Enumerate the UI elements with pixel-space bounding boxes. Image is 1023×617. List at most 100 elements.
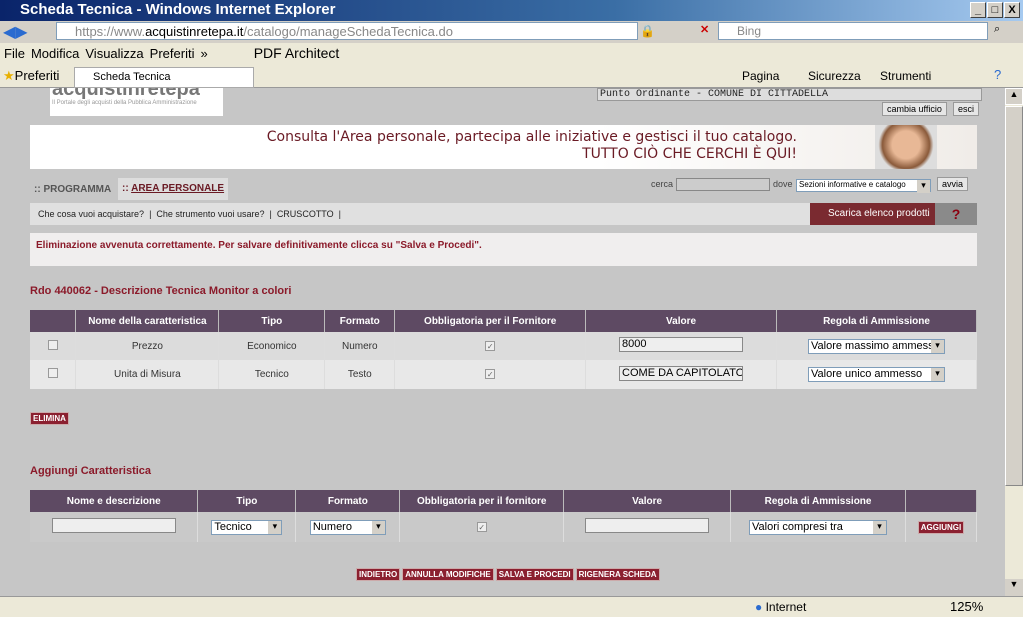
url-domain: acquistinretepa.it	[145, 24, 244, 39]
cancel-changes-button[interactable]: ANNULLA MODIFICHE	[402, 568, 494, 581]
exit-button[interactable]: esci	[953, 102, 980, 116]
banner[interactable]: Consulta l'Area personale, partecipa all…	[30, 125, 977, 169]
tipo-select[interactable]: Tecnico	[211, 519, 283, 535]
office-display: Punto Ordinante - COMUNE DI CITTADELLA	[597, 88, 982, 101]
save-proceed-button[interactable]: SALVA E PROCEDI	[495, 568, 574, 581]
regenerate-button[interactable]: RIGENERA SCHEDA	[575, 568, 660, 581]
delete-button[interactable]: ELIMINA	[30, 412, 69, 425]
link-strumento[interactable]: Che strumento vuoi usare?	[156, 209, 264, 219]
tool-pagina[interactable]: Pagina	[742, 69, 779, 83]
link-cruscotto[interactable]: CRUSCOTTO	[277, 209, 334, 219]
mandatory-checkbox[interactable]: ✓	[476, 521, 487, 532]
characteristics-table: Nome della caratteristica Tipo Formato O…	[30, 310, 977, 389]
col-obbligatoria: Obbligatoria per il Fornitore	[394, 310, 587, 332]
add-characteristic-table: Nome e descrizione Tipo Formato Obbligat…	[30, 490, 977, 542]
back-button[interactable]: INDIETRO	[356, 568, 401, 581]
scroll-thumb[interactable]	[1005, 106, 1023, 486]
col-formato: Formato	[324, 310, 396, 332]
page-content: acquistinretepa Il Portale degli acquist…	[0, 88, 1005, 596]
col-regola: Regola di Ammissione	[730, 490, 906, 512]
status-message: Eliminazione avvenuta correttamente. Per…	[30, 233, 977, 266]
download-products-button[interactable]: Scarica elenco prodotti	[810, 203, 935, 225]
search-label: cerca	[651, 179, 674, 189]
lock-icon[interactable]: 🔒	[640, 24, 655, 38]
rule-select[interactable]: Valore massimo ammesso	[808, 338, 945, 354]
go-button[interactable]: avvia	[937, 177, 969, 191]
table-row: Prezzo Economico Numero ✓ 8000 Valore ma…	[30, 332, 977, 360]
close-button[interactable]: X	[1004, 2, 1020, 18]
action-bar: INDIETRO ANNULLA MODIFICHE SALVA E PROCE…	[356, 568, 660, 581]
table-row: Unita di Misura Tecnico Testo ✓ COME DA …	[30, 360, 977, 389]
help-icon[interactable]: ?	[994, 67, 1001, 82]
value-input[interactable]	[585, 518, 710, 533]
name-input[interactable]	[51, 518, 176, 533]
search-input[interactable]: Bing	[718, 22, 988, 40]
where-select[interactable]: Sezioni informative e catalogo	[796, 179, 931, 193]
tool-sicurezza[interactable]: Sicurezza	[808, 69, 861, 83]
banner-photo	[875, 125, 937, 169]
logo: acquistinretepa Il Portale degli acquist…	[50, 88, 223, 116]
cell-tipo: Economico	[218, 332, 326, 360]
browser-tab[interactable]: Scheda Tecnica	[74, 67, 254, 88]
scroll-down-icon[interactable]: ▼	[1005, 579, 1023, 596]
rule-select[interactable]: Valore unico ammesso	[808, 367, 945, 382]
back-forward-icon[interactable]: ◀▶	[3, 22, 28, 42]
row-checkbox[interactable]	[47, 368, 58, 378]
internet-zone: ● Internet	[755, 600, 807, 614]
vertical-scrollbar[interactable]: ▲ ▼	[1005, 88, 1023, 596]
mandatory-checkbox[interactable]: ✓	[485, 340, 496, 351]
cell-formato: Numero	[324, 332, 396, 360]
add-section-title: Aggiungi Caratteristica	[30, 465, 152, 477]
url-path: /catalogo/manageSchedaTecnica.do	[243, 24, 453, 39]
value-input[interactable]: COME DA CAPITOLATO T	[619, 365, 744, 381]
col-name: Nome e descrizione	[30, 490, 199, 512]
banner-line2: TUTTO CIÒ CHE CERCHI È QUI!	[582, 146, 797, 162]
tab-area-personale[interactable]: :: AREA PERSONALE	[118, 178, 229, 200]
tab-programma[interactable]: :: PROGRAMMA	[30, 180, 115, 199]
banner-line1: Consulta l'Area personale, partecipa all…	[266, 129, 797, 145]
zoom-level[interactable]: 125%	[950, 599, 983, 614]
search-icon[interactable]: ⌕	[994, 23, 1000, 36]
maximize-button[interactable]: □	[987, 2, 1003, 18]
minimize-button[interactable]: _	[970, 2, 986, 18]
help-icon[interactable]: ?	[935, 203, 977, 225]
mandatory-checkbox[interactable]: ✓	[485, 369, 496, 379]
row-checkbox[interactable]	[47, 339, 58, 350]
stop-icon[interactable]: ✕	[700, 23, 709, 36]
favorites-button[interactable]: ★Preferiti	[3, 68, 59, 84]
window-title: Scheda Tecnica - Windows Internet Explor…	[0, 0, 1023, 21]
col-regola: Regola di Ammissione	[776, 310, 977, 332]
col-select	[30, 310, 77, 332]
rule-select[interactable]: Valori compresi tra	[749, 519, 888, 535]
table-header: Nome e descrizione Tipo Formato Obbligat…	[30, 490, 977, 512]
formato-select[interactable]: Numero	[309, 519, 386, 535]
cell-formato: Testo	[324, 360, 396, 389]
value-input[interactable]: 8000	[619, 337, 744, 352]
menu-visualizza[interactable]: Visualizza	[85, 46, 143, 61]
col-valore: Valore	[585, 310, 778, 332]
add-button[interactable]: AGGIUNGI	[917, 520, 965, 534]
address-input[interactable]: https://www.acquistinretepa.it/catalogo/…	[56, 22, 638, 40]
col-name: Nome della caratteristica	[75, 310, 220, 332]
site-search-input[interactable]	[676, 178, 770, 191]
url-prefix: https://www.	[75, 24, 146, 39]
star-icon: ★	[3, 68, 15, 83]
col-tipo: Tipo	[218, 310, 326, 332]
link-cosa-acquistare[interactable]: Che cosa vuoi acquistare?	[38, 209, 144, 219]
col-formato: Formato	[295, 490, 401, 512]
pdf-architect[interactable]: PDF Architect	[254, 45, 340, 61]
scroll-up-icon[interactable]: ▲	[1005, 88, 1023, 105]
menu-file[interactable]: File	[4, 46, 25, 61]
menu-more[interactable]: »	[200, 46, 207, 61]
menu-preferiti[interactable]: Preferiti	[150, 46, 195, 61]
status-bar: ● Internet 125%	[0, 596, 1023, 617]
cell-tipo: Tecnico	[218, 360, 326, 389]
col-tipo: Tipo	[197, 490, 297, 512]
menu-modifica[interactable]: Modifica	[31, 46, 79, 61]
tool-strumenti[interactable]: Strumenti	[880, 69, 931, 83]
col-obbligatoria: Obbligatoria per il fornitore	[399, 490, 565, 512]
table-header: Nome della caratteristica Tipo Formato O…	[30, 310, 977, 332]
cell-name: Unita di Misura	[75, 360, 220, 389]
change-office-button[interactable]: cambia ufficio	[882, 102, 947, 116]
cell-name: Prezzo	[75, 332, 220, 360]
